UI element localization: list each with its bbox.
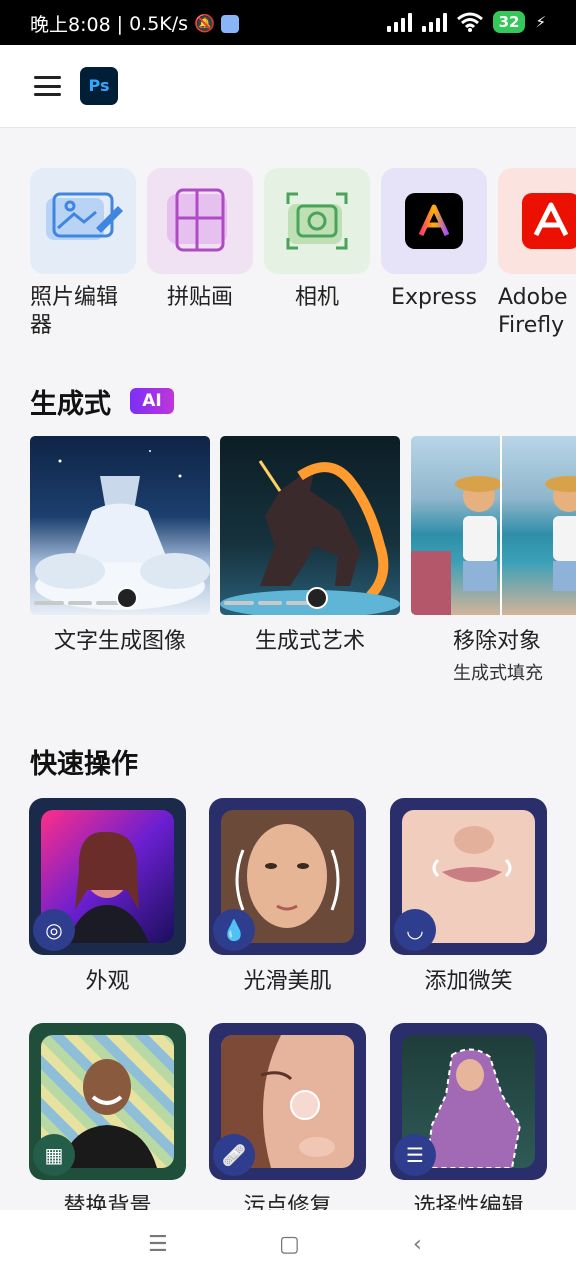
battery-indicator: 32 <box>492 11 526 33</box>
mute-icon: 🔕 <box>194 13 216 34</box>
tool-firefly[interactable]: Adobe Firefly <box>498 168 576 340</box>
gen-card-art[interactable]: 生成式艺术 <box>220 436 400 655</box>
quick-action-looks[interactable]: ◎ 外观 <box>29 798 186 995</box>
tool-collage[interactable]: 拼贴画 <box>147 168 253 312</box>
menu-icon[interactable] <box>34 76 61 96</box>
app-notification-icon <box>221 14 240 33</box>
filters-icon: ◎ <box>33 909 75 951</box>
quick-action-selective-edit[interactable]: ☰ 选择性编辑 <box>390 1023 547 1220</box>
quick-action-label: 添加微笑 <box>424 969 513 994</box>
tool-label: Express <box>391 285 477 310</box>
home-icon[interactable]: ▢ <box>279 1232 300 1257</box>
recent-apps-icon[interactable]: ☰ <box>148 1232 168 1257</box>
tool-label: 照片编辑器 <box>30 285 119 338</box>
gen-card-remove-object[interactable]: 移除对象 生成式填充 <box>411 436 576 685</box>
gen-card-title: 生成式艺术 <box>254 629 365 654</box>
app-bar: Ps <box>0 45 576 128</box>
collage-icon <box>167 188 227 252</box>
bandage-icon: 🩹 <box>213 1134 255 1176</box>
system-nav-bar: ☰ ▢ ‹ <box>0 1210 576 1280</box>
photoshop-logo: Ps <box>80 67 118 105</box>
photo-edit-icon <box>46 192 123 240</box>
cell-signal-2-icon <box>421 12 447 32</box>
sliders-icon: ☰ <box>394 1134 436 1176</box>
gen-card-title: 文字生成图像 <box>53 629 186 654</box>
gen-card-image <box>220 436 400 615</box>
quick-action-replace-background[interactable]: ▦ 替换背景 <box>29 1023 186 1220</box>
back-icon[interactable]: ‹ <box>413 1232 422 1257</box>
tool-label: 拼贴画 <box>166 285 233 310</box>
tool-photo-editor[interactable]: 照片编辑器 <box>30 168 136 340</box>
tool-express[interactable]: Express <box>381 168 487 312</box>
quick-action-label: 外观 <box>85 969 130 994</box>
tool-camera[interactable]: 相机 <box>264 168 370 312</box>
image-badge-icon <box>306 587 328 609</box>
gen-card-image <box>30 436 210 615</box>
status-bar: 晚上8:08 | 0.5K/s 🔕 32 ⚡ <box>0 0 576 45</box>
cell-signal-icon <box>386 12 412 32</box>
status-time: 晚上8:08 <box>30 14 111 36</box>
quick-action-label: 光滑美肌 <box>243 969 332 994</box>
tool-label: Adobe Firefly <box>498 285 568 338</box>
quick-action-add-smile[interactable]: ◡ 添加微笑 <box>390 798 547 995</box>
camera-icon <box>286 192 348 250</box>
gen-card-title: 移除对象 <box>453 629 542 654</box>
image-badge-icon <box>116 587 138 609</box>
background-grid-icon: ▦ <box>33 1134 75 1176</box>
quick-action-smooth-skin[interactable]: 💧 光滑美肌 <box>209 798 366 995</box>
gen-card-subtitle: 生成式填充 <box>453 663 543 684</box>
gen-card-image <box>411 436 576 615</box>
section-title-quick-actions: 快速操作 <box>30 749 138 780</box>
status-network-speed: 0.5K/s <box>129 12 189 35</box>
ai-badge: AI <box>130 388 174 414</box>
smile-icon: ◡ <box>394 909 436 951</box>
tool-label: 相机 <box>294 285 339 310</box>
quick-action-spot-heal[interactable]: 🩹 污点修复 <box>209 1023 366 1220</box>
section-title-generative: 生成式 <box>30 389 111 420</box>
wifi-icon <box>456 12 483 32</box>
charging-icon: ⚡ <box>535 13 546 31</box>
adobe-express-icon <box>405 193 463 249</box>
droplet-icon: 💧 <box>213 909 255 951</box>
adobe-firefly-icon <box>522 193 576 249</box>
gen-card-text-to-image[interactable]: 文字生成图像 <box>30 436 210 655</box>
